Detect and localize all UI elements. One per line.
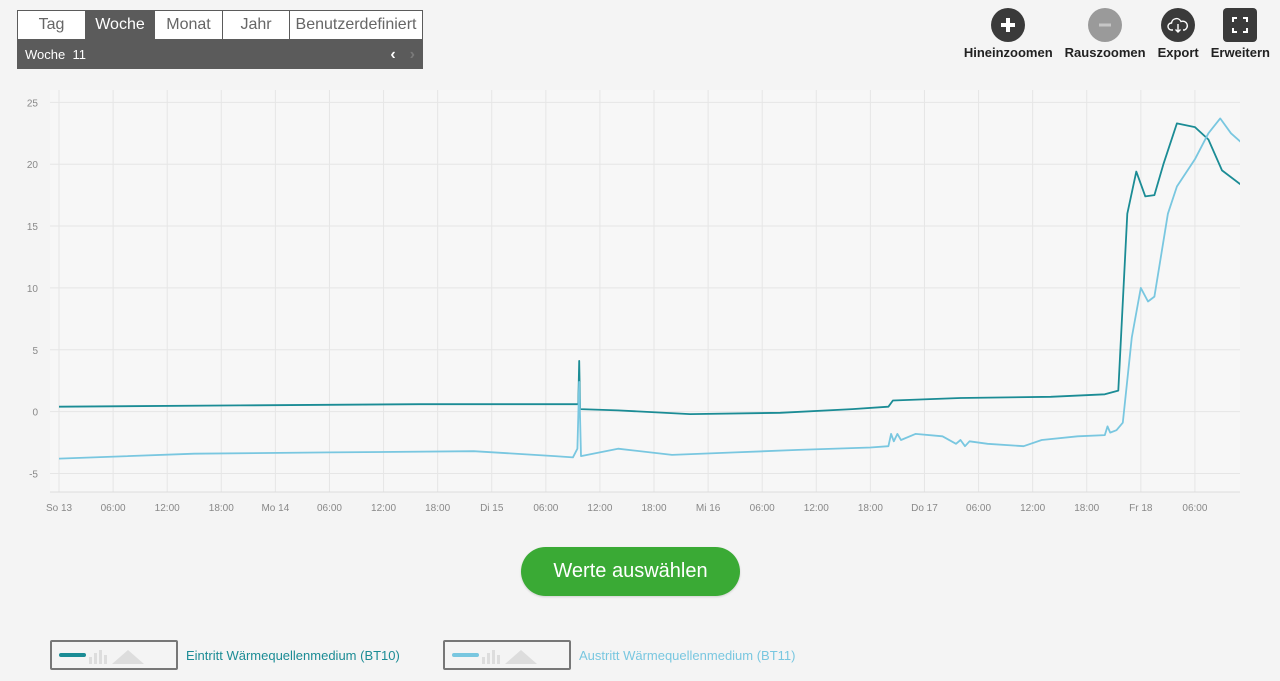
select-values-button[interactable]: Werte auswählen — [521, 547, 740, 596]
chart-toolbar: Hineinzoomen Rauszoomen Export Erweitern — [964, 8, 1270, 60]
x-tick-label: 18:00 — [641, 503, 666, 514]
cloud-download-icon — [1161, 8, 1196, 42]
zoom-in-label: Hineinzoomen — [963, 45, 1053, 60]
fullscreen-icon — [1223, 8, 1258, 42]
legend-toggle-bt11[interactable] — [443, 640, 571, 670]
y-tick-label: 10 — [27, 284, 39, 295]
zoom-out-button: Rauszoomen — [1065, 8, 1146, 60]
legend-item-bt11[interactable]: Austritt Wärmequellenmedium (BT11) — [443, 640, 796, 670]
y-tick-label: 5 — [32, 346, 38, 357]
export-label: Export — [1157, 45, 1199, 60]
x-tick-label: 12:00 — [804, 503, 829, 514]
x-tick-label: 06:00 — [533, 503, 558, 514]
x-tick-label: 18:00 — [1074, 503, 1099, 514]
x-tick-label: Mi 16 — [696, 503, 721, 514]
tab-day[interactable]: Tag — [18, 11, 86, 39]
current-period-label: Woche 11 — [25, 47, 86, 62]
period-selector: Tag Woche Monat Jahr Benutzerdefiniert W… — [17, 10, 423, 69]
tab-month[interactable]: Monat — [155, 11, 223, 39]
x-tick-label: 12:00 — [587, 503, 612, 514]
minus-icon — [1088, 8, 1123, 42]
x-tick-label: 18:00 — [425, 503, 450, 514]
x-tick-label: 12:00 — [155, 503, 180, 514]
legend-label-bt10: Eintritt Wärmequellenmedium (BT10) — [186, 647, 400, 663]
y-tick-label: 0 — [32, 408, 38, 419]
x-tick-label: 18:00 — [858, 503, 883, 514]
tab-year[interactable]: Jahr — [223, 11, 290, 39]
period-tabs: Tag Woche Monat Jahr Benutzerdefiniert — [17, 10, 423, 40]
legend-label-bt11: Austritt Wärmequellenmedium (BT11) — [579, 647, 796, 663]
x-tick-label: 06:00 — [750, 503, 775, 514]
x-tick-label: 06:00 — [966, 503, 991, 514]
y-tick-label: -5 — [29, 469, 38, 480]
x-tick-label: So 13 — [46, 503, 73, 514]
legend-item-bt10[interactable]: Eintritt Wärmequellenmedium (BT10) — [50, 640, 400, 670]
chevron-right-icon: › — [409, 45, 415, 63]
zoom-in-button[interactable]: Hineinzoomen — [964, 8, 1053, 60]
x-tick-label: 06:00 — [1182, 503, 1207, 514]
x-tick-label: 12:00 — [371, 503, 396, 514]
x-tick-label: 18:00 — [209, 503, 234, 514]
x-tick-label: 06:00 — [101, 503, 126, 514]
plot-area — [50, 90, 1240, 492]
tab-week[interactable]: Woche — [86, 11, 155, 39]
expand-button[interactable]: Erweitern — [1211, 8, 1270, 60]
plus-icon — [991, 8, 1026, 42]
y-tick-label: 15 — [27, 222, 39, 233]
legend-toggle-bt10[interactable] — [50, 640, 178, 670]
period-navigator: Woche 11 ‹ › — [17, 40, 423, 69]
chevron-left-icon[interactable]: ‹ — [390, 46, 395, 64]
export-button[interactable]: Export — [1158, 8, 1199, 60]
tab-custom[interactable]: Benutzerdefiniert — [290, 11, 422, 39]
x-tick-label: Do 17 — [911, 503, 938, 514]
x-tick-label: Fr 18 — [1129, 503, 1153, 514]
y-tick-label: 25 — [27, 98, 39, 109]
x-tick-label: 06:00 — [317, 503, 342, 514]
x-tick-label: 12:00 — [1020, 503, 1045, 514]
zoom-out-label: Rauszoomen — [1064, 45, 1146, 60]
expand-label: Erweitern — [1210, 45, 1270, 60]
temperature-chart: -5 0 5 10 15 20 25 So 13 06:00 12:00 18:00 Mo 14 06:… — [27, 90, 1240, 514]
x-tick-label: Mo 14 — [261, 503, 289, 514]
x-tick-label: Di 15 — [480, 503, 504, 514]
y-tick-label: 20 — [27, 160, 39, 171]
